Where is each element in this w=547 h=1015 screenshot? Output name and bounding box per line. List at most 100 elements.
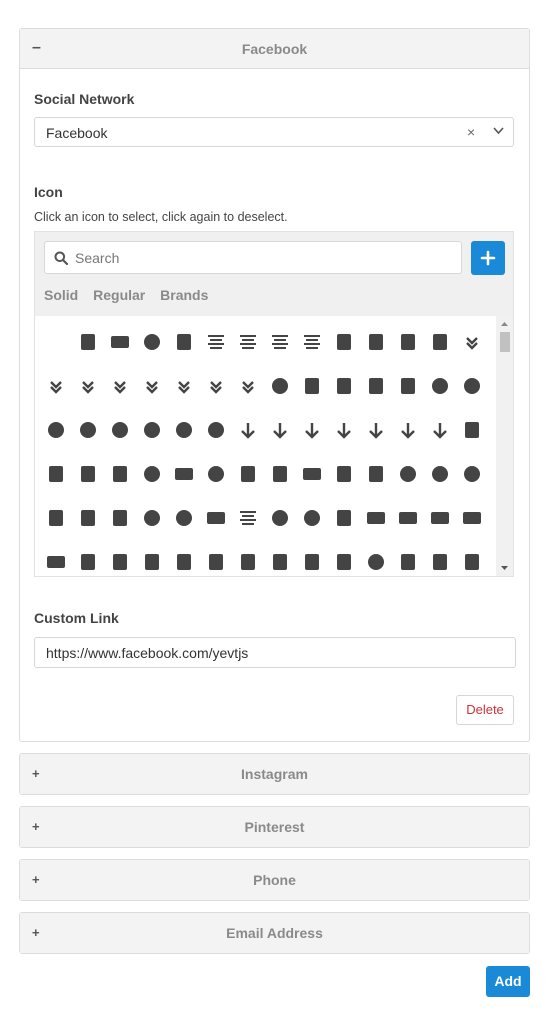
arrow-circle-left-icon[interactable] bbox=[140, 418, 164, 442]
ambulance-icon[interactable] bbox=[364, 330, 388, 354]
balance-scale-icon[interactable] bbox=[44, 506, 68, 530]
clear-icon[interactable]: × bbox=[467, 124, 475, 140]
facebook-panel-header[interactable]: – Facebook bbox=[20, 29, 529, 69]
arrow-right-icon[interactable] bbox=[300, 418, 324, 442]
delete-button[interactable]: Delete bbox=[456, 695, 514, 725]
bacteria-icon[interactable] bbox=[396, 462, 420, 486]
scroll-up-icon[interactable] bbox=[496, 318, 513, 330]
battery-three-quarters-icon[interactable] bbox=[44, 550, 68, 574]
bible-icon[interactable] bbox=[236, 550, 260, 574]
angle-double-left-icon[interactable] bbox=[44, 374, 68, 398]
arrow-down-icon[interactable] bbox=[236, 418, 260, 442]
at-icon[interactable] bbox=[76, 462, 100, 486]
angle-double-up-icon[interactable] bbox=[108, 374, 132, 398]
arrow-alt-circle-left-icon[interactable] bbox=[460, 374, 484, 398]
baby-icon[interactable] bbox=[236, 462, 260, 486]
balance-scale-left-icon[interactable] bbox=[76, 506, 100, 530]
balance-scale-right-icon[interactable] bbox=[108, 506, 132, 530]
angry-icon[interactable] bbox=[268, 374, 292, 398]
atom-icon[interactable] bbox=[140, 462, 164, 486]
battery-full-icon[interactable] bbox=[396, 506, 420, 530]
archway-icon[interactable] bbox=[396, 374, 420, 398]
align-justify-icon[interactable] bbox=[236, 330, 260, 354]
angle-double-down-icon[interactable] bbox=[460, 330, 484, 354]
angle-up-icon[interactable] bbox=[236, 374, 260, 398]
arrow-alt-circle-right-icon[interactable] bbox=[44, 418, 68, 442]
arrow-up-icon[interactable] bbox=[332, 418, 356, 442]
battery-quarter-icon[interactable] bbox=[460, 506, 484, 530]
scrollbar-thumb[interactable] bbox=[500, 332, 510, 352]
biking-icon[interactable] bbox=[300, 550, 324, 574]
beer-icon[interactable] bbox=[108, 550, 132, 574]
angle-left-icon[interactable] bbox=[172, 374, 196, 398]
binoculars-icon[interactable] bbox=[332, 550, 356, 574]
instagram-panel[interactable]: + Instagram bbox=[19, 753, 530, 795]
american-sign-language-icon[interactable] bbox=[396, 330, 420, 354]
tab-regular[interactable]: Regular bbox=[93, 287, 145, 303]
chevron-down-icon[interactable] bbox=[493, 127, 504, 135]
bars-icon[interactable] bbox=[236, 506, 260, 530]
angle-down-icon[interactable] bbox=[140, 374, 164, 398]
barcode-icon[interactable] bbox=[204, 506, 228, 530]
angle-right-icon[interactable] bbox=[204, 374, 228, 398]
asterisk-icon[interactable] bbox=[44, 462, 68, 486]
arrows-alt-icon[interactable] bbox=[364, 418, 388, 442]
custom-link-input[interactable]: https://www.facebook.com/yevtjs bbox=[34, 637, 516, 668]
bacon-icon[interactable] bbox=[364, 462, 388, 486]
anchor-icon[interactable] bbox=[428, 330, 452, 354]
phone-panel[interactable]: + Phone bbox=[19, 859, 530, 901]
award-icon[interactable] bbox=[204, 462, 228, 486]
assistive-listening-icon[interactable] bbox=[460, 418, 484, 442]
bezier-curve-icon[interactable] bbox=[204, 550, 228, 574]
audio-description-icon[interactable] bbox=[172, 462, 196, 486]
arrow-left-icon[interactable] bbox=[268, 418, 292, 442]
angle-double-right-icon[interactable] bbox=[76, 374, 100, 398]
biohazard-icon[interactable] bbox=[364, 550, 388, 574]
add-button[interactable]: Add bbox=[486, 966, 530, 997]
address-card-icon[interactable] bbox=[108, 330, 132, 354]
air-freshener-icon[interactable] bbox=[172, 330, 196, 354]
atlas-icon[interactable] bbox=[108, 462, 132, 486]
battery-empty-icon[interactable] bbox=[364, 506, 388, 530]
baby-carriage-icon[interactable] bbox=[268, 462, 292, 486]
arrow-alt-circle-up-icon[interactable] bbox=[76, 418, 100, 442]
ban-icon[interactable] bbox=[140, 506, 164, 530]
scroll-down-icon[interactable] bbox=[496, 562, 513, 574]
baseball-ball-icon[interactable] bbox=[268, 506, 292, 530]
pinterest-panel[interactable]: + Pinterest bbox=[19, 806, 530, 848]
bell-icon[interactable] bbox=[140, 550, 164, 574]
email-panel[interactable]: + Email Address bbox=[19, 912, 530, 954]
align-left-icon[interactable] bbox=[268, 330, 292, 354]
address-book-icon[interactable] bbox=[76, 330, 100, 354]
band-aid-icon[interactable] bbox=[172, 506, 196, 530]
arrows-alt-v-icon[interactable] bbox=[428, 418, 452, 442]
tab-brands[interactable]: Brands bbox=[160, 287, 208, 303]
social-network-select[interactable]: Facebook × bbox=[34, 117, 514, 147]
scrollbar[interactable] bbox=[496, 316, 513, 576]
arrow-alt-circle-down-icon[interactable] bbox=[428, 374, 452, 398]
apple-alt-icon[interactable] bbox=[332, 374, 356, 398]
battery-half-icon[interactable] bbox=[428, 506, 452, 530]
birthday-cake-icon[interactable] bbox=[396, 550, 420, 574]
backspace-icon[interactable] bbox=[300, 462, 324, 486]
basketball-ball-icon[interactable] bbox=[300, 506, 324, 530]
bed-icon[interactable] bbox=[76, 550, 100, 574]
adjust-icon[interactable] bbox=[140, 330, 164, 354]
blender-icon[interactable] bbox=[428, 550, 452, 574]
bacterium-icon[interactable] bbox=[428, 462, 452, 486]
arrow-circle-down-icon[interactable] bbox=[108, 418, 132, 442]
backward-icon[interactable] bbox=[332, 462, 356, 486]
allergies-icon[interactable] bbox=[332, 330, 356, 354]
align-center-icon[interactable] bbox=[204, 330, 228, 354]
bell-slash-icon[interactable] bbox=[172, 550, 196, 574]
align-right-icon[interactable] bbox=[300, 330, 324, 354]
blender-phone-icon[interactable] bbox=[460, 550, 484, 574]
arrow-circle-right-icon[interactable] bbox=[172, 418, 196, 442]
bath-icon[interactable] bbox=[332, 506, 356, 530]
arrows-alt-h-icon[interactable] bbox=[396, 418, 420, 442]
ankh-icon[interactable] bbox=[300, 374, 324, 398]
icon-search-input[interactable]: Search bbox=[44, 241, 462, 274]
add-icon-button[interactable] bbox=[471, 241, 505, 275]
arrow-circle-up-icon[interactable] bbox=[204, 418, 228, 442]
bicycle-icon[interactable] bbox=[268, 550, 292, 574]
